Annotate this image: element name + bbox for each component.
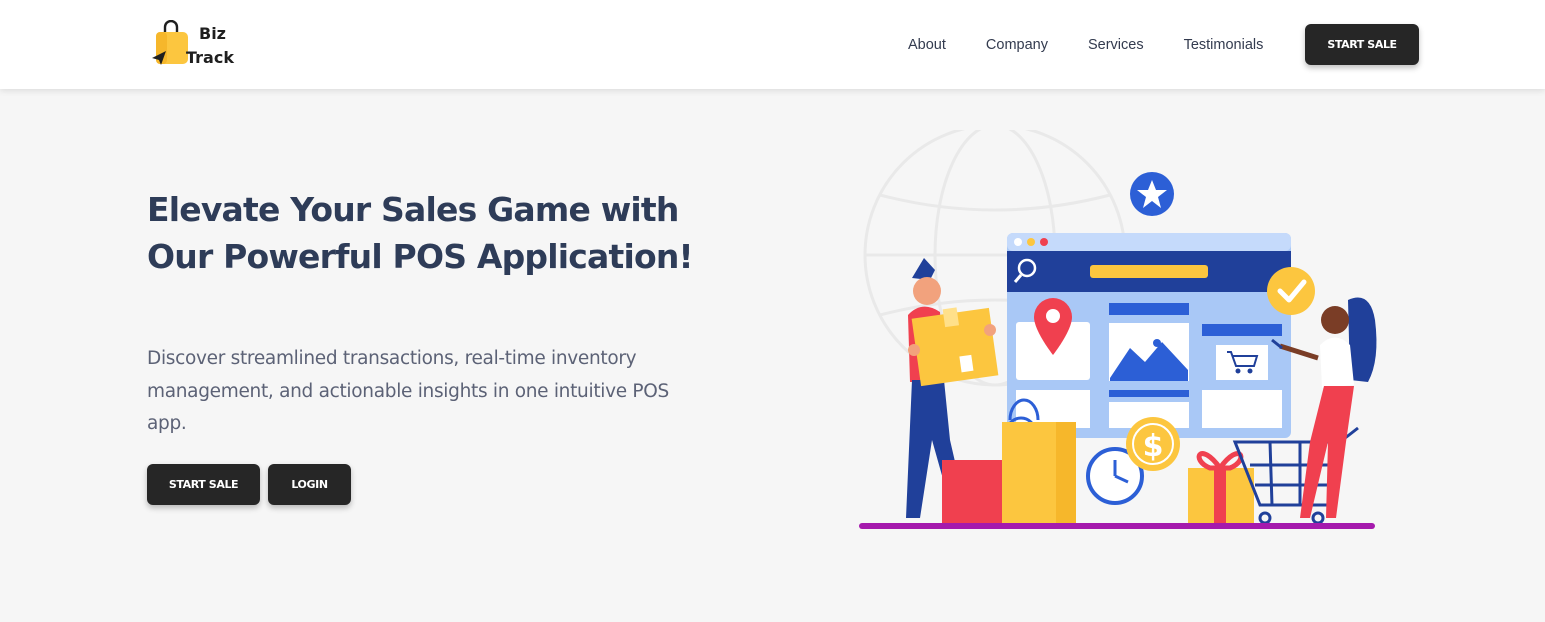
nav-link-services[interactable]: Services xyxy=(1088,37,1144,53)
login-button[interactable]: LOGIN xyxy=(268,464,351,505)
nav-link-testimonials[interactable]: Testimonials xyxy=(1184,37,1264,53)
site-header: Biz Track About Company Services Testimo… xyxy=(0,0,1545,89)
dollar-coin-icon: $ xyxy=(1126,417,1180,471)
pos-illustration: $ xyxy=(859,130,1377,529)
nav-link-about[interactable]: About xyxy=(908,37,946,53)
brand-name-line1: Biz xyxy=(199,24,226,43)
check-badge-icon xyxy=(1267,267,1315,315)
brand-name: Biz Track xyxy=(186,22,234,70)
nav-link-company[interactable]: Company xyxy=(986,37,1048,53)
main-nav: About Company Services Testimonials xyxy=(908,24,1303,65)
svg-text:$: $ xyxy=(1143,429,1164,464)
star-badge-icon xyxy=(1130,172,1174,216)
header-start-sale-button[interactable]: START SALE xyxy=(1305,24,1419,65)
hero-title: Elevate Your Sales Game with Our Powerfu… xyxy=(147,190,694,276)
brand-logo[interactable]: Biz Track xyxy=(152,20,252,70)
browser-window xyxy=(1007,233,1291,438)
start-sale-button[interactable]: START SALE xyxy=(147,464,260,505)
brand-name-line2: Track xyxy=(186,48,234,67)
hero-description: Discover streamlined transactions, real-… xyxy=(147,348,669,434)
